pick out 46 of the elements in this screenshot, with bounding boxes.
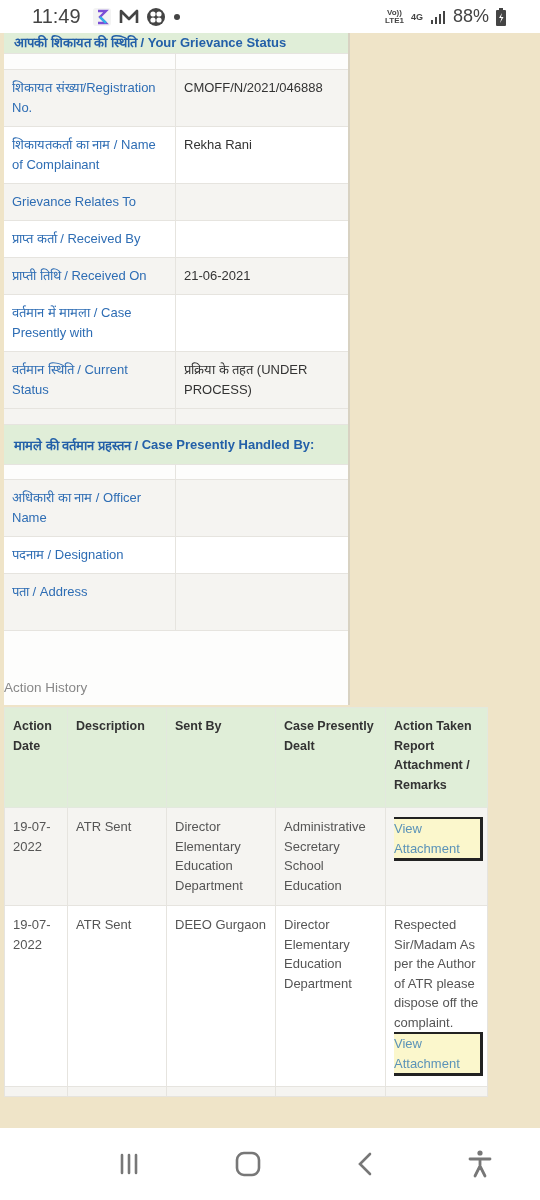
column-header: Sent By — [166, 707, 276, 808]
field-value: CMOFF/N/2021/046888 — [184, 80, 323, 95]
column-header: Action Date — [4, 707, 68, 808]
remarks-text: Respected Sir/Madam As per the Author of ATR please dispose off the complaint. — [394, 916, 480, 1032]
accessibility-icon[interactable] — [468, 1150, 493, 1178]
table-cell: Director Elementary Education Department — [166, 807, 276, 906]
section-heading: आपकी शिकायत की स्थिति / Your Grievance Status — [4, 33, 348, 53]
field-label: शिकायत संख्या/Registration No. — [12, 80, 156, 115]
column-header: Description — [67, 707, 167, 808]
field-value: 21-06-2021 — [184, 268, 251, 283]
table-cell: ATR Sent — [67, 905, 167, 1087]
table-cell: Administrative Secretary School Education — [275, 807, 386, 906]
table-cell: ATR Sent — [67, 807, 167, 906]
mail-icon — [118, 7, 139, 26]
table-cell: Director Elementary Education Department — [275, 905, 386, 1087]
table-cell: DEEO Gurgaon — [166, 905, 276, 1087]
app-logo-icon — [91, 6, 112, 27]
field-label: Grievance Relates To — [12, 194, 137, 209]
table-cell: 19-07-2022 — [4, 905, 68, 1087]
table-cell: 19-07-2022 — [4, 807, 68, 906]
field-label: वर्तमान में मामला / Case Presently with — [12, 305, 132, 340]
field-value: प्रक्रिया के तहत (UNDER PROCESS) — [184, 362, 308, 397]
volte-indicator: Vo)) LTE1 — [385, 8, 404, 25]
field-value: Rekha Rani — [184, 137, 252, 152]
home-icon[interactable] — [235, 1151, 262, 1177]
battery-icon — [496, 7, 506, 26]
view-attachment-link[interactable]: View Attachment — [394, 817, 483, 861]
field-label: प्राप्त कर्ता / Received By — [12, 231, 141, 246]
clover-icon — [145, 6, 166, 27]
field-label: अधिकारी का नाम / Officer Name — [12, 490, 142, 525]
back-icon[interactable] — [356, 1152, 373, 1176]
field-label: पदनाम / Designation — [12, 547, 124, 562]
signal-icon — [429, 9, 446, 24]
section-title: Action History — [4, 679, 89, 697]
field-label: वर्तमान स्थिति / Current Status — [12, 362, 128, 397]
view-attachment-link[interactable]: View Attachment — [394, 1032, 483, 1076]
clock: 11:49 — [32, 5, 81, 28]
dot-icon — [172, 12, 181, 21]
field-label: शिकायतकर्ता का नाम / Name of Complainant — [12, 137, 156, 172]
network-type: 4G — [410, 11, 423, 22]
section-heading: मामले की वर्तमान प्रहस्तन / Case Presently Handled By: — [4, 425, 348, 464]
column-header: Case Presently Dealt — [275, 707, 386, 808]
battery-percentage: 88% — [452, 6, 489, 27]
column-header: Action Taken Report Attachment / Remarks — [385, 707, 488, 808]
field-label: पता / Address — [12, 584, 88, 599]
field-label: प्राप्ती तिथि / Received On — [12, 268, 147, 283]
